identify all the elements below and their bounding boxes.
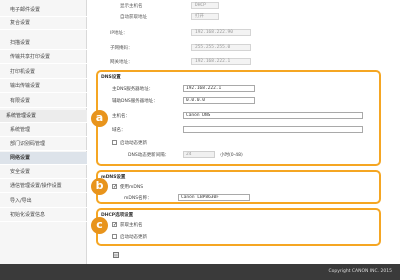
sidebar-item-limit[interactable]: 有限设置 xyxy=(0,95,87,108)
sidebar-item-printer[interactable]: 打印机设置 xyxy=(0,66,87,79)
use-mdns-label: 使用mDNS xyxy=(120,185,144,190)
primary-dns-input[interactable]: 192.168.222.1 xyxy=(183,85,255,92)
primary-dns-label: 主DNS服务器地址： xyxy=(112,87,154,92)
dns-interval-unit: 小时(0-48) xyxy=(220,153,243,158)
sidebar-item-share-print[interactable]: 传输共享打印设置 xyxy=(0,51,87,64)
callout-badge-b: b xyxy=(91,178,108,195)
dns-settings-panel: DNS设置 主DNS服务器地址： 192.168.222.1 辅助DNS服务器地… xyxy=(96,70,381,166)
row2-select: 打开 xyxy=(191,13,219,20)
dhcp-dynamic-update-label: 启动动态更新 xyxy=(120,235,147,240)
sidebar: 电子邮件设置 复合设置 扫描设置 传输共享打印设置 打印机设置 输出传输设置 有… xyxy=(0,0,87,280)
dns-panel-title: DNS设置 xyxy=(101,75,121,80)
sidebar-item-import-export[interactable]: 导入/导出 xyxy=(0,195,87,208)
secondary-dns-label: 辅助DNS服务器地址： xyxy=(112,99,158,104)
host-name-label: 主机名： xyxy=(112,114,130,119)
secondary-dns-input[interactable]: 0.0.0.0 xyxy=(183,97,255,104)
sidebar-item-copy[interactable]: 复合设置 xyxy=(0,17,87,30)
mdns-settings-panel: mDNS设置 ✓ 使用mDNS mDNS名称： Canon LBP8630F xyxy=(96,170,381,204)
ip-label: IP地址： xyxy=(110,31,128,36)
sidebar-item-output[interactable]: 输出传输设置 xyxy=(0,80,87,93)
gateway-label: 网关地址： xyxy=(110,60,133,65)
sidebar-item-dept-id[interactable]: 部门识别码管理 xyxy=(0,138,87,151)
domain-name-label: 域名： xyxy=(112,128,126,133)
page-top-icon[interactable]: ▤ xyxy=(113,252,119,258)
sidebar-item-security[interactable]: 安全设置 xyxy=(0,166,87,179)
callout-badge-c: c xyxy=(91,217,108,234)
row1-select: DHCP xyxy=(191,2,219,9)
row2-label: 自动获取地址 xyxy=(120,15,147,20)
dns-dynamic-update-checkbox[interactable] xyxy=(112,140,117,145)
dns-interval-label: DNS动态更新间隔： xyxy=(128,153,170,158)
mdns-name-input[interactable]: Canon LBP8630F xyxy=(178,194,250,201)
sidebar-item-init[interactable]: 初始化设置信息 xyxy=(0,209,87,222)
sidebar-section-system: 系统管理设置 xyxy=(0,110,87,123)
get-host-name-label: 获取主机名 xyxy=(120,223,143,228)
footer: Copyright CANON INC. 2015 xyxy=(0,264,400,280)
dns-dynamic-update-label: 启动动态更新 xyxy=(120,141,147,146)
mdns-name-label: mDNS名称： xyxy=(124,196,152,201)
mask-label: 子网掩码： xyxy=(110,46,133,51)
sidebar-item-email[interactable]: 电子邮件设置 xyxy=(0,4,87,17)
use-mdns-checkbox[interactable]: ✓ xyxy=(112,184,117,190)
host-name-input[interactable]: Canon DNS xyxy=(183,112,363,119)
ip-field: 192.168.222.90 xyxy=(191,29,251,36)
sidebar-item-system-mgmt[interactable]: 系统管理 xyxy=(0,124,87,137)
sidebar-item-comm-mgmt[interactable]: 通信管理设置/操作设置 xyxy=(0,180,87,193)
dhcp-dynamic-update-checkbox[interactable] xyxy=(112,234,117,239)
sidebar-item-network[interactable]: 网络设置 xyxy=(0,152,87,165)
domain-name-input[interactable] xyxy=(183,126,363,133)
sidebar-item-scan[interactable]: 扫描设置 xyxy=(0,37,87,50)
row1-label: 显示主机名 xyxy=(120,4,143,9)
copyright-text: Copyright CANON INC. 2015 xyxy=(328,269,393,274)
main-content: 显示主机名 DHCP 自动获取地址 打开 IP地址： 192.168.222.9… xyxy=(88,0,400,280)
dhcp-options-panel: DHCP选项设置 ✓ 获取主机名 启动动态更新 xyxy=(96,208,381,246)
dhcp-panel-title: DHCP选项设置 xyxy=(101,213,134,218)
gateway-field: 192.168.222.1 xyxy=(191,58,251,65)
mask-field: 255.255.255.0 xyxy=(191,44,251,51)
dns-interval-input[interactable]: 24 xyxy=(183,151,215,158)
get-host-name-checkbox[interactable]: ✓ xyxy=(112,222,117,228)
callout-badge-a: a xyxy=(91,110,108,127)
